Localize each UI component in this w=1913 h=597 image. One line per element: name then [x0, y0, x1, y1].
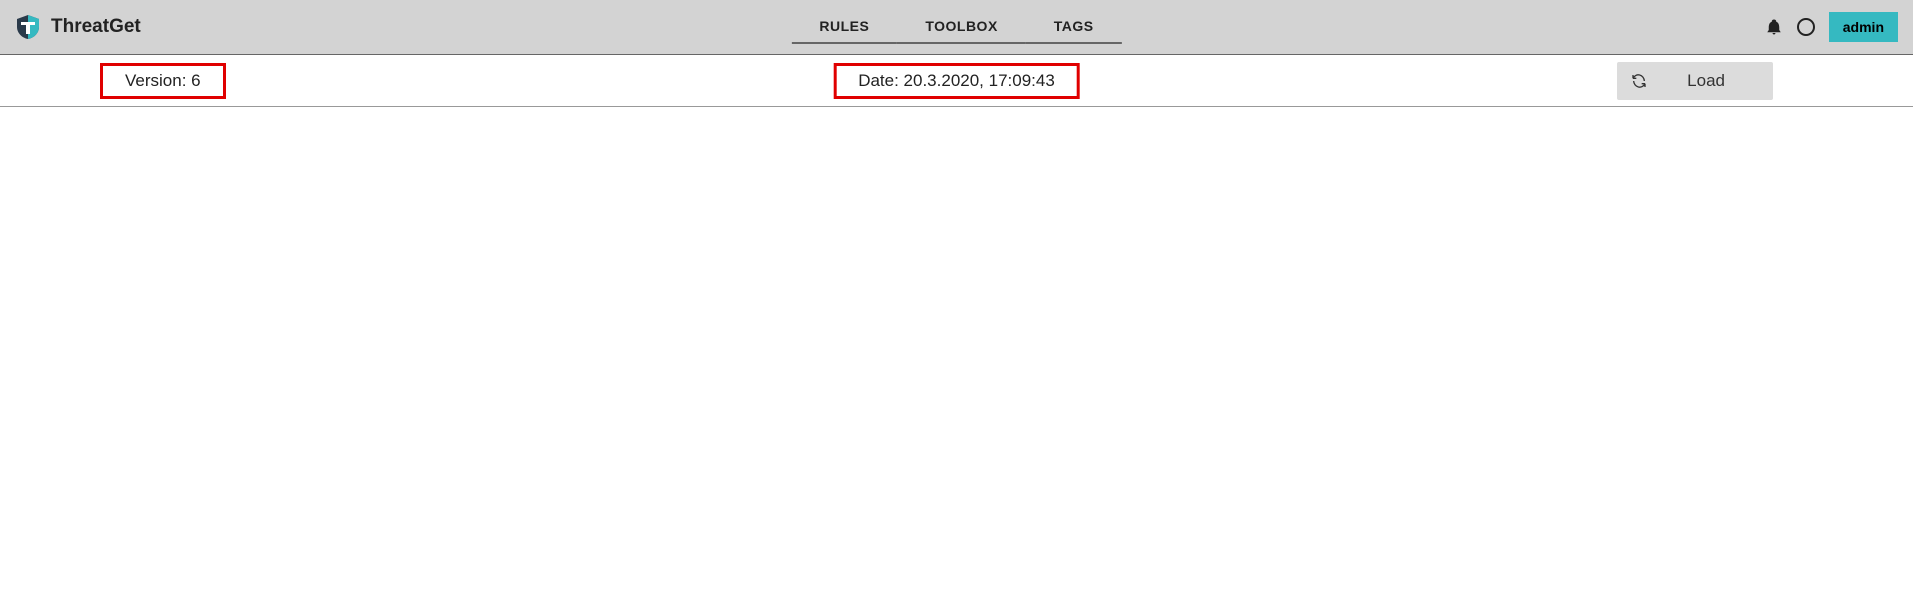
- header-right: admin: [1765, 12, 1898, 42]
- shield-logo-icon: [15, 14, 41, 40]
- version-display: Version: 6: [100, 63, 226, 99]
- app-header: ThreatGet RULES TOOLBOX TAGS admin: [0, 0, 1913, 55]
- logo-area: ThreatGet: [15, 14, 141, 40]
- user-button[interactable]: admin: [1829, 12, 1898, 42]
- load-button-label: Load: [1687, 71, 1725, 91]
- reload-icon: [1631, 73, 1647, 89]
- nav-tabs: RULES TOOLBOX TAGS: [791, 10, 1121, 44]
- load-button[interactable]: Load: [1617, 62, 1773, 100]
- notification-bell-icon[interactable]: [1765, 18, 1783, 36]
- tab-tags[interactable]: TAGS: [1026, 10, 1122, 44]
- date-display: Date: 20.3.2020, 17:09:43: [833, 63, 1080, 99]
- status-circle-icon[interactable]: [1797, 18, 1815, 36]
- tab-rules[interactable]: RULES: [791, 10, 897, 44]
- tab-toolbox[interactable]: TOOLBOX: [897, 10, 1025, 44]
- app-title: ThreatGet: [51, 16, 141, 38]
- info-bar: Version: 6 Date: 20.3.2020, 17:09:43 Loa…: [0, 55, 1913, 107]
